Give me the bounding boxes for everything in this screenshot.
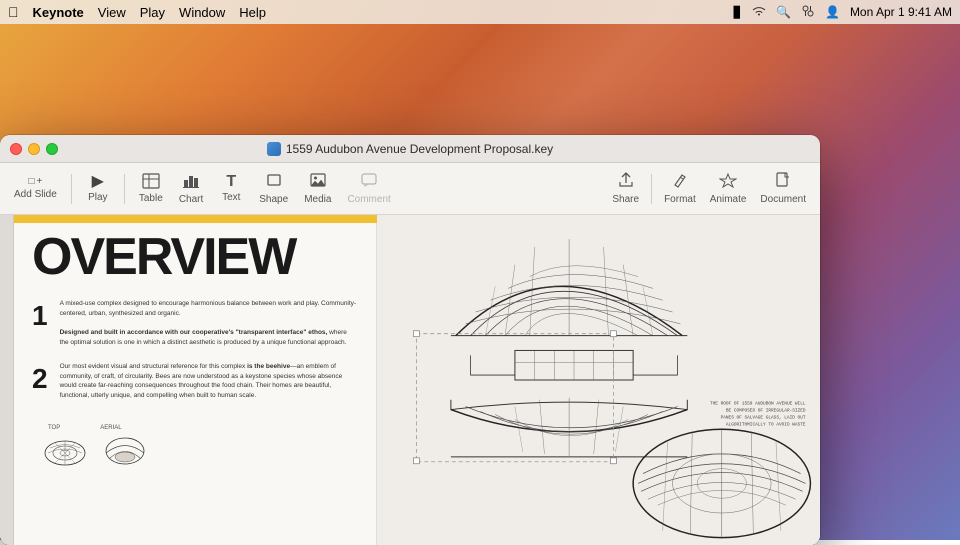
slide-content: OVERVIEW 1 A mixed-use complex designed … — [14, 215, 820, 545]
document-button[interactable]: Document — [754, 168, 812, 209]
section-2-block: 2 Our most evident visual and structural… — [32, 362, 358, 401]
svg-text:PANES OF SALVAGE GLASS, LAID O: PANES OF SALVAGE GLASS, LAID OUT — [720, 414, 805, 420]
title-bar: 1559 Audubon Avenue Development Proposal… — [0, 135, 820, 163]
add-slide-button[interactable]: □ + Add Slide — [8, 173, 63, 204]
document-label: Document — [760, 194, 806, 205]
arch-drawing-svg: THE ROOF OF 1559 AUDUBON AVENUE WILL BE … — [377, 215, 820, 545]
section-1-body: A mixed-use complex designed to encourag… — [60, 299, 358, 348]
window-menu[interactable]: Window — [179, 5, 225, 20]
shape-icon — [265, 172, 283, 192]
animate-icon — [719, 172, 737, 192]
add-slide-label: Add Slide — [14, 189, 57, 200]
table-icon — [142, 173, 160, 191]
shape-button[interactable]: Shape — [253, 168, 294, 209]
slide-area: OVERVIEW 1 A mixed-use complex designed … — [0, 215, 820, 545]
wifi-icon[interactable] — [752, 5, 766, 20]
app-name-menu[interactable]: Keynote — [33, 5, 84, 20]
menubar-right: ▊ 🔍 👤 Mon Apr 1 9:41 AM — [734, 4, 952, 21]
section-2-body: Our most evident visual and structural r… — [60, 362, 358, 401]
search-icon[interactable]: 🔍 — [776, 5, 791, 19]
add-slide-icon: □ + — [28, 177, 42, 187]
slide-canvas: OVERVIEW 1 A mixed-use complex designed … — [14, 215, 820, 545]
format-button[interactable]: Format — [658, 168, 702, 209]
thumbnail-images — [32, 433, 358, 468]
keynote-window: 1559 Audubon Avenue Development Proposal… — [0, 135, 820, 545]
share-button[interactable]: Share — [606, 168, 645, 209]
chart-button[interactable]: Chart — [173, 168, 209, 209]
svg-text:BE COMPOSED OF IRREGULAR-SIZED: BE COMPOSED OF IRREGULAR-SIZED — [726, 408, 806, 414]
view-menu[interactable]: View — [98, 5, 126, 20]
toolbar: □ + Add Slide ▶ Play Table Chart — [0, 163, 820, 215]
slide-panel — [0, 215, 14, 545]
window-controls — [10, 143, 58, 155]
animate-button[interactable]: Animate — [704, 168, 753, 209]
fullscreen-button[interactable] — [46, 143, 58, 155]
comment-icon — [360, 172, 378, 192]
top-label: TOP — [48, 425, 60, 431]
text-icon: T — [226, 174, 236, 190]
play-label: Play — [88, 192, 107, 203]
media-button[interactable]: Media — [298, 168, 337, 209]
svg-text:ALGORITHMICALLY TO AVOID WASTE: ALGORITHMICALLY TO AVOID WASTE — [726, 421, 806, 427]
control-center-icon[interactable] — [801, 4, 815, 21]
media-icon — [309, 172, 327, 192]
slide-left-column: OVERVIEW 1 A mixed-use complex designed … — [14, 215, 377, 545]
play-button[interactable]: ▶ Play — [80, 170, 116, 207]
comment-button[interactable]: Comment — [341, 168, 396, 209]
share-icon — [617, 172, 635, 192]
toolbar-separator-3 — [651, 174, 652, 204]
table-label: Table — [139, 193, 163, 204]
slide-title: OVERVIEW — [32, 231, 358, 283]
user-icon[interactable]: 👤 — [825, 5, 840, 19]
comment-label: Comment — [347, 194, 390, 205]
chart-icon — [182, 172, 200, 192]
help-menu[interactable]: Help — [239, 5, 266, 20]
aerial-view-thumbnail — [100, 433, 150, 468]
toolbar-separator-2 — [124, 174, 125, 204]
apple-menu[interactable]:  — [8, 4, 19, 20]
thumbnail-labels: TOP AERIAL — [32, 425, 358, 431]
datetime: Mon Apr 1 9:41 AM — [850, 5, 952, 19]
table-button[interactable]: Table — [133, 169, 169, 208]
window-title: 1559 Audubon Avenue Development Proposal… — [267, 142, 553, 156]
toolbar-separator-1 — [71, 174, 72, 204]
play-menu[interactable]: Play — [140, 5, 165, 20]
section-2-text: Our most evident visual and structural r… — [60, 362, 358, 401]
section-1-text: A mixed-use complex designed to encourag… — [60, 299, 358, 348]
menubar:  Keynote View Play Window Help ▊ 🔍 👤 Mo… — [0, 0, 960, 24]
media-label: Media — [304, 194, 331, 205]
text-button[interactable]: T Text — [213, 170, 249, 207]
document-title: 1559 Audubon Avenue Development Proposal… — [286, 142, 553, 156]
play-icon: ▶ — [92, 174, 104, 190]
slide-right-column: THE ROOF OF 1559 AUDUBON AVENUE WILL BE … — [377, 215, 820, 545]
section-1-block: 1 A mixed-use complex designed to encour… — [32, 299, 358, 348]
top-view-thumbnail — [40, 433, 90, 468]
close-button[interactable] — [10, 143, 22, 155]
canvas-area[interactable]: OVERVIEW 1 A mixed-use complex designed … — [14, 215, 820, 545]
section-2-number: 2 — [32, 362, 48, 396]
format-label: Format — [664, 194, 696, 205]
document-icon — [774, 172, 792, 192]
section-1-number: 1 — [32, 299, 48, 333]
svg-text:THE ROOF OF 1559 AUDUBON AVENU: THE ROOF OF 1559 AUDUBON AVENUE WILL — [710, 401, 806, 407]
keynote-app-icon — [267, 142, 281, 156]
format-icon — [671, 172, 689, 192]
animate-label: Animate — [710, 194, 747, 205]
chart-label: Chart — [179, 194, 203, 205]
toolbar-right: Share Format Animate — [606, 168, 812, 209]
menubar-left:  Keynote View Play Window Help — [8, 4, 266, 20]
shape-label: Shape — [259, 194, 288, 205]
minimize-button[interactable] — [28, 143, 40, 155]
share-label: Share — [612, 194, 639, 205]
text-label: Text — [222, 192, 240, 203]
battery-icon[interactable]: ▊ — [734, 6, 742, 19]
aerial-label: AERIAL — [100, 425, 121, 431]
